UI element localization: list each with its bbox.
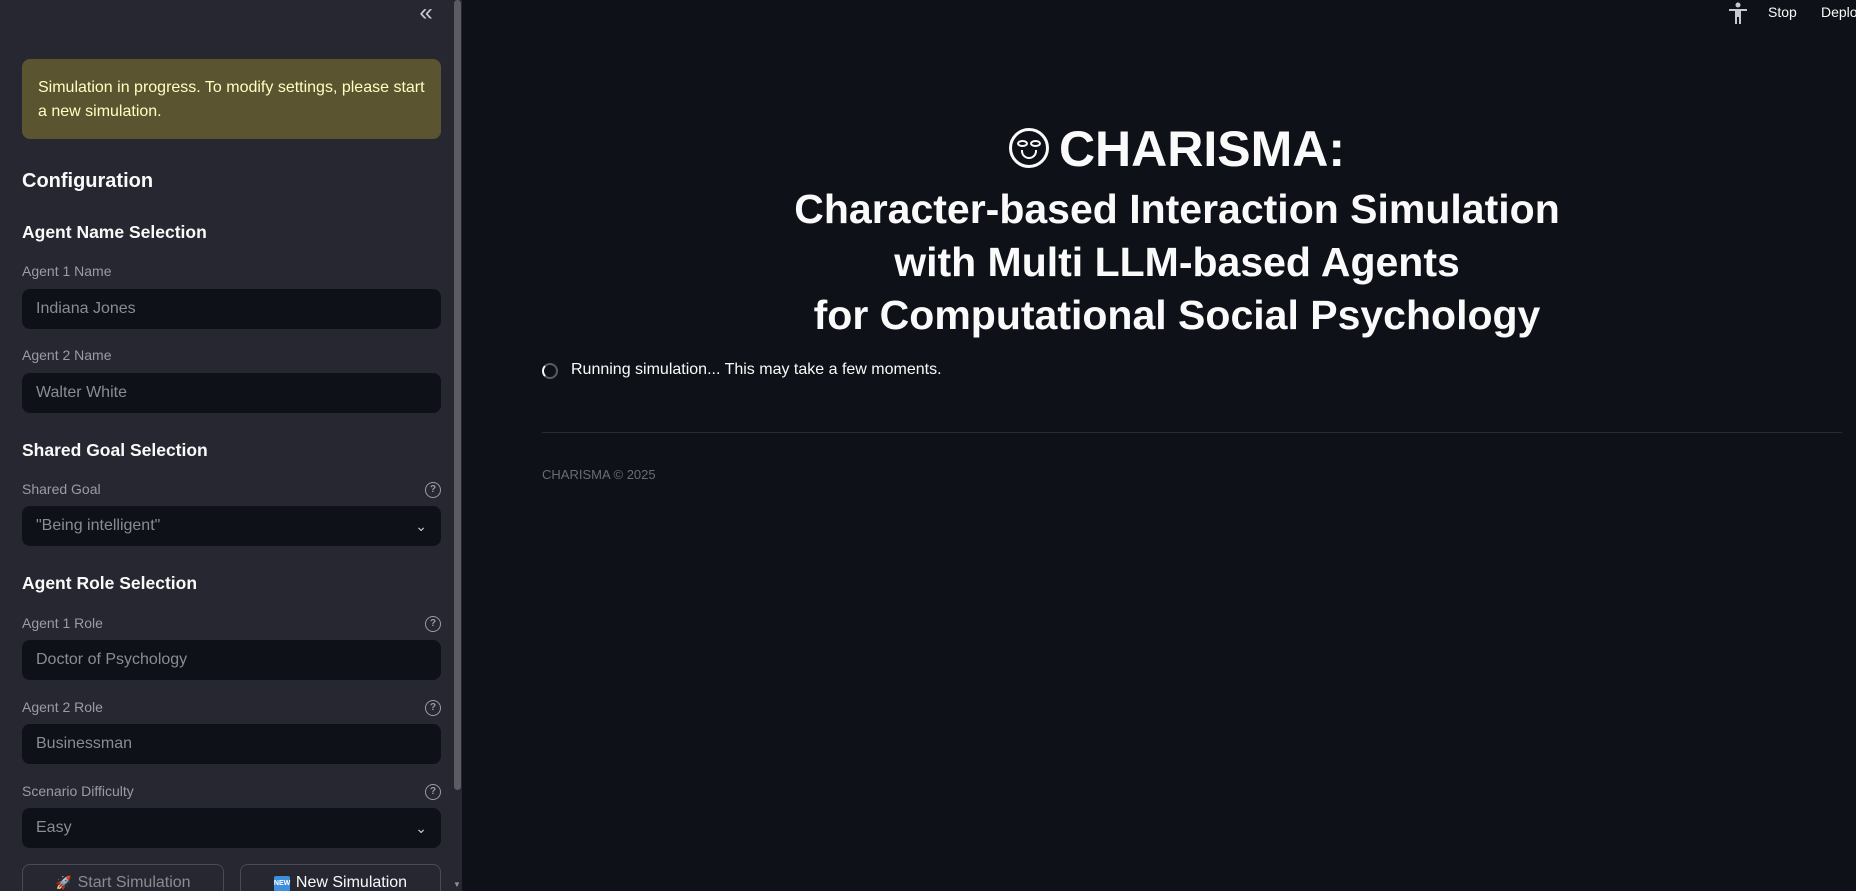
agent1-name-input[interactable]: Indiana Jones xyxy=(22,289,441,329)
new-simulation-button[interactable]: NEW New Simulation xyxy=(240,864,441,891)
start-simulation-button[interactable]: 🚀 Start Simulation xyxy=(22,864,224,891)
agent-role-heading: Agent Role Selection xyxy=(22,573,198,593)
collapse-sidebar-icon[interactable]: « xyxy=(414,1,438,26)
subtitle-line-3: for Computational Social Psychology xyxy=(813,292,1541,338)
divider xyxy=(542,432,1842,433)
new-simulation-label: New Simulation xyxy=(295,874,408,891)
rocket-icon: 🚀 xyxy=(55,875,72,890)
chevron-down-icon: ⌄ xyxy=(415,518,427,534)
page-title: CHARISMA: xyxy=(462,118,1856,180)
agent1-role-help-icon[interactable]: ? xyxy=(425,616,441,632)
agent1-name-label: Agent 1 Name xyxy=(22,263,112,279)
agent2-name-label: Agent 2 Name xyxy=(22,347,112,363)
agent-name-heading: Agent Name Selection xyxy=(22,222,207,242)
difficulty-value: Easy xyxy=(36,819,72,836)
page-title-text: CHARISMA: xyxy=(1058,121,1346,177)
sidebar-scrollbar[interactable]: ▼ xyxy=(452,0,462,891)
scroll-down-icon[interactable]: ▼ xyxy=(453,880,461,889)
running-status: Running simulation... This may take a fe… xyxy=(571,361,942,378)
spinner-icon xyxy=(542,363,558,379)
footer: CHARISMA © 2025 xyxy=(542,467,656,482)
app: « Simulation in progress. To modify sett… xyxy=(0,0,1856,891)
shared-goal-heading: Shared Goal Selection xyxy=(22,440,208,460)
agent2-role-input[interactable]: Businessman xyxy=(22,724,441,764)
agent2-role-label: Agent 2 Role xyxy=(22,699,103,715)
subtitle-line-1: Character-based Interaction Simulation xyxy=(794,186,1560,232)
agent1-role-label: Agent 1 Role xyxy=(22,615,103,631)
subtitle-line-2: with Multi LLM-based Agents xyxy=(894,239,1460,285)
shared-goal-select[interactable]: "Being intelligent" ⌄ xyxy=(22,506,441,546)
chevron-down-icon: ⌄ xyxy=(415,820,427,836)
main-content: CHARISMA: Character-based Interaction Si… xyxy=(462,0,1856,891)
scrollbar-thumb[interactable] xyxy=(454,0,461,790)
difficulty-help-icon[interactable]: ? xyxy=(425,784,441,800)
agent2-role-help-icon[interactable]: ? xyxy=(425,700,441,716)
difficulty-select[interactable]: Easy ⌄ xyxy=(22,808,441,848)
simulation-warning: Simulation in progress. To modify settin… xyxy=(22,59,441,139)
shared-goal-label: Shared Goal xyxy=(22,481,101,497)
start-simulation-label: Start Simulation xyxy=(77,874,191,891)
shared-goal-help-icon[interactable]: ? xyxy=(425,482,441,498)
agent1-role-input[interactable]: Doctor of Psychology xyxy=(22,640,441,680)
new-icon: NEW xyxy=(273,876,290,891)
shared-goal-value: "Being intelligent" xyxy=(36,517,161,534)
face-emoji-icon xyxy=(1008,128,1049,168)
agent2-name-input[interactable]: Walter White xyxy=(22,373,441,413)
difficulty-label: Scenario Difficulty xyxy=(22,783,134,799)
sidebar: « Simulation in progress. To modify sett… xyxy=(0,0,462,891)
configuration-heading: Configuration xyxy=(22,170,154,192)
